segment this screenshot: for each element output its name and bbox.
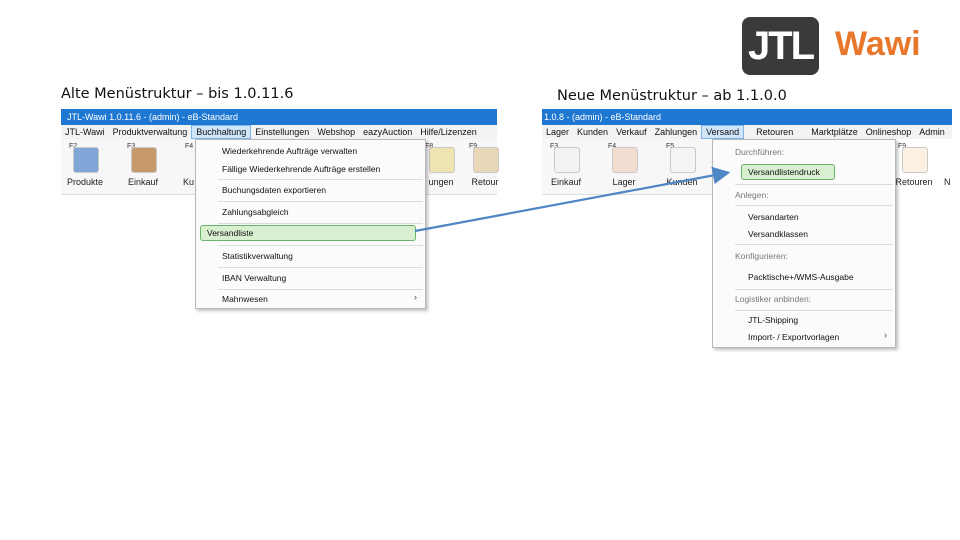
separator <box>735 289 893 290</box>
key-label: F4 <box>185 143 194 150</box>
group-header-durchfuehren: Durchführen: <box>735 147 785 157</box>
menuitem-versandarten[interactable]: Versandarten <box>717 212 891 222</box>
separator <box>218 289 423 290</box>
retouren-icon <box>902 147 928 173</box>
toolbar-einkauf[interactable]: F3 Einkauf <box>125 143 161 187</box>
separator <box>218 179 423 180</box>
menuitem-packtische-wms[interactable]: Packtische+/WMS-Ausgabe <box>717 272 891 282</box>
toolbar-next[interactable]: N <box>942 143 952 187</box>
menu-retouren[interactable]: Retouren <box>752 125 797 139</box>
menu-eazyauction[interactable]: eazyAuction <box>359 125 416 139</box>
new-versand-dropdown: Durchführen: Versandlistendruck Anlegen:… <box>712 139 896 348</box>
einkauf-icon <box>131 147 157 173</box>
menu-jtl-wawi[interactable]: JTL-Wawi <box>61 125 109 139</box>
toolbar-einkauf[interactable]: F3 Einkauf <box>548 143 584 187</box>
separator <box>218 267 423 268</box>
menuitem-faellige-auftraege[interactable]: Fällige Wiederkehrende Aufträge erstelle… <box>200 164 421 174</box>
menuitem-versandlistendruck[interactable]: Versandlistendruck <box>741 164 835 180</box>
rechnungen-icon <box>429 147 455 173</box>
menuitem-versandliste[interactable]: Versandliste <box>200 225 416 241</box>
group-header-anlegen: Anlegen: <box>735 190 769 200</box>
menuitem-jtl-shipping[interactable]: JTL-Shipping <box>717 315 891 325</box>
menu-zahlungen[interactable]: Zahlungen <box>651 125 702 139</box>
chevron-right-icon: › <box>414 292 417 302</box>
toolbar-kunden[interactable]: F5 Kunden <box>664 143 700 187</box>
toolbar-label: Lager <box>612 177 636 187</box>
toolbar-rechnungen[interactable]: F8 ungen <box>423 143 459 187</box>
menu-verkauf[interactable]: Verkauf <box>612 125 651 139</box>
toolbar-label: Retouren <box>895 177 933 187</box>
toolbar-label: N <box>944 177 951 187</box>
menu-einstellungen[interactable]: Einstellungen <box>251 125 313 139</box>
produkte-icon <box>73 147 99 173</box>
menuitem-versandklassen[interactable]: Versandklassen <box>717 229 891 239</box>
old-titlebar: JTL-Wawi 1.0.11.6 - (admin) - eB-Standar… <box>61 109 497 125</box>
menuitem-import-exportvorlagen[interactable]: Import- / Exportvorlagen <box>717 332 891 342</box>
toolbar-retouren[interactable]: F9 Retouren <box>895 143 932 187</box>
menu-onlineshop[interactable]: Onlineshop <box>862 125 916 139</box>
group-header-logistiker: Logistiker anbinden: <box>735 294 812 304</box>
jtl-wawi-logo: JTL Wawi <box>742 17 934 75</box>
separator <box>735 205 893 206</box>
menu-versand[interactable]: Versand <box>701 125 745 139</box>
toolbar-label: Retour <box>471 177 499 187</box>
menu-produktverwaltung[interactable]: Produktverwaltung <box>109 125 192 139</box>
logo-mark: JTL <box>742 17 819 75</box>
new-titlebar: 1.0.8 - (admin) - eB-Standard <box>542 109 952 125</box>
toolbar-produkte[interactable]: F2 Produkte <box>67 143 103 187</box>
group-header-konfigurieren: Konfigurieren: <box>735 251 788 261</box>
chevron-right-icon: › <box>884 330 887 340</box>
new-menubar: Lager Kunden Verkauf Zahlungen Versand R… <box>542 125 952 139</box>
kunden-icon <box>670 147 696 173</box>
menu-kunden[interactable]: Kunden <box>573 125 612 139</box>
toolbar-label: Einkauf <box>127 177 159 187</box>
separator <box>218 245 423 246</box>
menuitem-wiederkehrende-verwalten[interactable]: Wiederkehrende Aufträge verwalten <box>200 146 421 156</box>
menuitem-statistikverwaltung[interactable]: Statistikverwaltung <box>200 251 421 261</box>
toolbar-lager[interactable]: F4 Lager <box>606 143 642 187</box>
old-buchhaltung-dropdown: Wiederkehrende Aufträge verwalten Fällig… <box>195 139 426 309</box>
menuitem-zahlungsabgleich[interactable]: Zahlungsabgleich <box>200 207 421 217</box>
separator <box>735 310 893 311</box>
lager-icon <box>612 147 638 173</box>
menu-buchhaltung[interactable]: Buchhaltung <box>191 125 252 139</box>
menu-lager[interactable]: Lager <box>542 125 573 139</box>
menu-admin[interactable]: Admin <box>915 125 949 139</box>
caption-new-menu: Neue Menüstruktur – ab 1.1.0.0 <box>557 88 787 104</box>
menuitem-buchungsdaten[interactable]: Buchungsdaten exportieren <box>200 185 421 195</box>
retouren-icon <box>473 147 499 173</box>
toolbar-retouren[interactable]: F9 Retour <box>467 143 503 187</box>
logo-word: Wawi <box>835 25 921 63</box>
einkauf-icon <box>554 147 580 173</box>
separator <box>735 184 893 185</box>
caption-old-menu: Alte Menüstruktur – bis 1.0.11.6 <box>61 86 294 102</box>
toolbar-label: Kunden <box>666 177 698 187</box>
separator <box>218 201 423 202</box>
old-menubar: JTL-Wawi Produktverwaltung Buchhaltung E… <box>61 125 497 139</box>
menu-hilfe-lizenzen[interactable]: Hilfe/Lizenzen <box>416 125 481 139</box>
menuitem-mahnwesen[interactable]: Mahnwesen <box>200 294 421 304</box>
toolbar-label: Einkauf <box>550 177 582 187</box>
menuitem-iban-verwaltung[interactable]: IBAN Verwaltung <box>200 273 421 283</box>
menu-marktplaetze[interactable]: Marktplätze <box>807 125 862 139</box>
separator <box>218 223 423 224</box>
toolbar-label: Produkte <box>66 177 104 187</box>
separator <box>735 244 893 245</box>
toolbar-label: Ku <box>183 177 195 187</box>
menu-webshop[interactable]: Webshop <box>313 125 359 139</box>
